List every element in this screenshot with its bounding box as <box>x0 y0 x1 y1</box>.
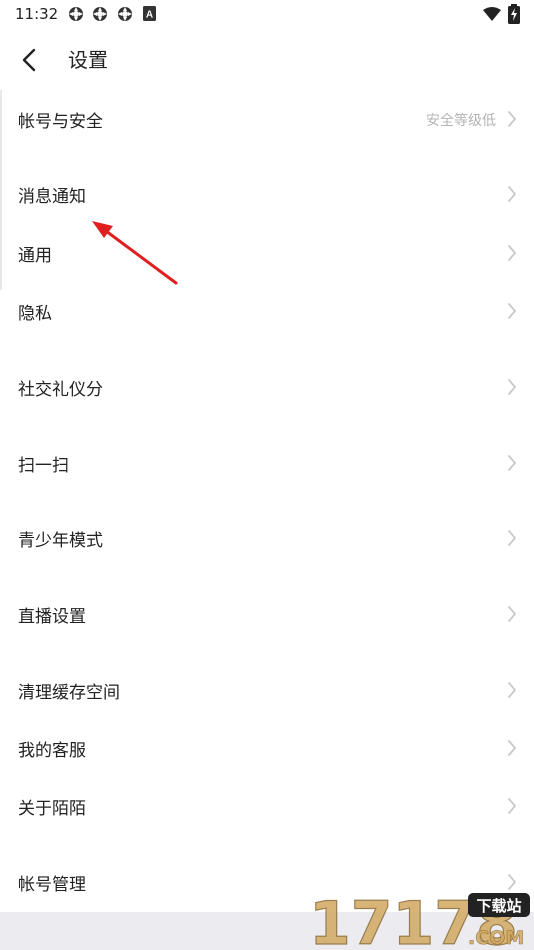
settings-item-scan[interactable]: 扫一扫 <box>0 438 534 488</box>
back-button[interactable] <box>14 44 46 76</box>
notification-app-icon <box>69 7 83 21</box>
chevron-right-icon <box>508 303 516 319</box>
a-badge-text: A <box>146 10 153 21</box>
chevron-right-icon <box>508 455 516 471</box>
settings-item-general[interactable]: 通用 <box>0 228 534 278</box>
settings-item-label: 社交礼仪分 <box>18 380 103 400</box>
settings-item-label: 我的客服 <box>18 741 86 761</box>
settings-item-label: 关于陌陌 <box>18 799 86 819</box>
page-title: 设置 <box>68 48 108 72</box>
chevron-right-icon <box>508 606 516 622</box>
settings-item-social-etiquette[interactable]: 社交礼仪分 <box>0 362 534 412</box>
settings-item-label: 清理缓存空间 <box>18 683 120 703</box>
settings-item-notifications[interactable]: 消息通知 <box>0 169 534 219</box>
notification-app-icon <box>118 7 132 21</box>
settings-item-label: 扫一扫 <box>18 456 69 476</box>
watermark-domain: .COM <box>468 927 524 949</box>
settings-item-about[interactable]: 关于陌陌 <box>0 781 534 831</box>
settings-item-privacy[interactable]: 隐私 <box>0 286 534 336</box>
wifi-icon <box>483 7 501 21</box>
chevron-right-icon <box>508 245 516 261</box>
settings-item-label: 帐号与安全 <box>18 112 103 132</box>
settings-item-label: 隐私 <box>18 304 52 324</box>
settings-item-label: 直播设置 <box>18 607 86 627</box>
chevron-right-icon <box>508 111 516 127</box>
status-time: 11:32 <box>15 5 59 23</box>
settings-item-label: 消息通知 <box>18 187 86 207</box>
settings-item-label: 帐号管理 <box>18 875 86 895</box>
chevron-right-icon <box>508 682 516 698</box>
settings-item-teen-mode[interactable]: 青少年模式 <box>0 513 534 563</box>
nav-bar: 设置 <box>0 30 534 86</box>
watermark-logo: 17178 下载站 .COM <box>308 888 530 950</box>
chevron-right-icon <box>508 530 516 546</box>
chevron-right-icon <box>508 798 516 814</box>
settings-item-label: 通用 <box>18 246 52 266</box>
security-level-value: 安全等级低 <box>426 113 496 129</box>
notification-a-icon: A <box>143 6 156 21</box>
status-bar: 11:32 A <box>0 0 534 28</box>
battery-charging-icon <box>508 4 520 24</box>
settings-item-clear-cache[interactable]: 清理缓存空间 <box>0 665 534 715</box>
notification-app-icon <box>93 7 107 21</box>
settings-item-account-security[interactable]: 帐号与安全 安全等级低 <box>0 94 534 144</box>
settings-item-label: 青少年模式 <box>18 531 103 551</box>
chevron-right-icon <box>508 379 516 395</box>
settings-item-live-settings[interactable]: 直播设置 <box>0 589 534 639</box>
watermark-badge: 下载站 <box>476 897 521 915</box>
settings-item-customer-service[interactable]: 我的客服 <box>0 723 534 773</box>
chevron-right-icon <box>508 186 516 202</box>
chevron-right-icon <box>508 740 516 756</box>
chevron-left-icon <box>22 48 36 72</box>
